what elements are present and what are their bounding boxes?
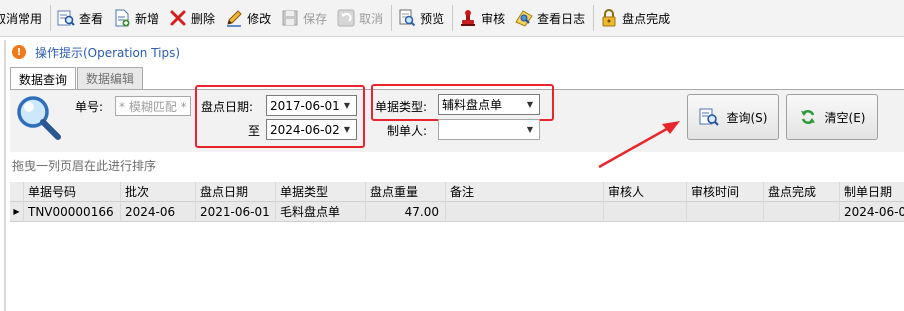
- doc-type-label: 单据类型:: [375, 100, 428, 114]
- refresh-icon: [799, 108, 817, 126]
- doc-no-label: 单号:: [75, 100, 104, 114]
- toolbar-separator: [50, 5, 52, 31]
- delete-button[interactable]: 删除: [165, 3, 221, 33]
- save-icon: [281, 9, 299, 27]
- grid-header: 单据号码 批次 盘点日期 单据类型 盘点重量 备注 审核人 审核时间 盘点完成 …: [10, 181, 904, 202]
- annotation-arrow: [596, 118, 686, 173]
- table-cell[interactable]: [604, 201, 687, 222]
- query-button-label: 查询(S): [726, 110, 768, 125]
- column-header[interactable]: 备注: [446, 181, 604, 202]
- column-header[interactable]: 审核人: [604, 181, 687, 202]
- table-cell[interactable]: 2024-06-01: [840, 202, 904, 222]
- toolbar-label: 取消常用: [0, 11, 43, 26]
- data-grid: 单据号码 批次 盘点日期 单据类型 盘点重量 备注 审核人 审核时间 盘点完成 …: [10, 181, 904, 222]
- date-to-value: 2024-06-02: [270, 122, 340, 137]
- left-border: [4, 40, 6, 311]
- column-header[interactable]: 批次: [121, 181, 196, 202]
- row-indicator-header: [10, 181, 24, 202]
- new-button[interactable]: 新增: [109, 3, 165, 33]
- edit-button[interactable]: 修改: [221, 3, 277, 33]
- table-cell[interactable]: [687, 201, 764, 222]
- cancel-button[interactable]: 取消: [333, 3, 389, 33]
- toolbar-label: 查看日志: [537, 11, 586, 26]
- operation-tips[interactable]: ! 操作提示(Operation Tips): [12, 42, 180, 62]
- doc-type-select[interactable]: 辅料盘点单 ▼: [438, 94, 540, 115]
- toolbar-label: 修改: [247, 11, 272, 26]
- view-log-button[interactable]: 查看日志: [511, 3, 591, 33]
- tab-data-edit[interactable]: 数据编辑: [77, 67, 144, 89]
- table-cell[interactable]: [764, 201, 840, 222]
- date-from-picker[interactable]: 2017-06-01 ▼: [266, 95, 357, 116]
- toolbar: 取消常用 查看 新增 删除 修改 保存 取消 预览 审核 查看日志 盘点完成: [0, 0, 904, 37]
- column-header[interactable]: 单据号码: [24, 181, 121, 202]
- doc-no-input[interactable]: * 模糊匹配 *: [115, 96, 191, 116]
- date-to-picker[interactable]: 2024-06-02 ▼: [266, 119, 357, 140]
- toolbar-separator: [593, 5, 595, 31]
- table-cell[interactable]: 2024-06: [121, 201, 196, 222]
- column-header[interactable]: 盘点重量: [366, 181, 446, 202]
- dropdown-arrow-icon[interactable]: ▼: [523, 122, 537, 137]
- stamp-icon: [459, 9, 477, 27]
- preview-button[interactable]: 预览: [394, 3, 450, 33]
- approve-button[interactable]: 审核: [455, 3, 511, 33]
- pencil-icon: [225, 9, 243, 27]
- table-cell[interactable]: [446, 201, 604, 222]
- tab-label: 数据编辑: [86, 72, 135, 86]
- tips-label: 操作提示(Operation Tips): [35, 45, 181, 60]
- toolbar-separator: [452, 5, 454, 31]
- clear-button[interactable]: 清空(E): [786, 94, 878, 140]
- group-by-hint: 拖曳一列页眉在此进行排序: [12, 159, 157, 173]
- maker-select[interactable]: ▼: [438, 119, 540, 140]
- query-button[interactable]: 查询(S): [687, 94, 779, 140]
- table-row[interactable]: ▶ TNV00000166 2024-06 2021-06-01 毛料盘点单 4…: [10, 201, 904, 222]
- date-to-label: 至: [248, 124, 261, 138]
- date-from-value: 2017-06-01: [270, 98, 340, 113]
- toolbar-label: 保存: [303, 11, 328, 26]
- tab-strip: 数据查询 数据编辑: [10, 67, 144, 90]
- view-button[interactable]: 查看: [53, 3, 109, 33]
- toolbar-label: 查看: [79, 11, 104, 26]
- magnifier-icon: [14, 94, 64, 145]
- toolbar-label: 盘点完成: [622, 11, 671, 26]
- clear-button-label: 清空(E): [824, 110, 866, 125]
- search-doc-icon: [699, 107, 719, 127]
- table-cell[interactable]: 毛料盘点单: [276, 201, 366, 222]
- maker-label: 制单人:: [387, 124, 428, 138]
- dropdown-arrow-icon[interactable]: ▼: [340, 122, 354, 137]
- view-icon: [57, 9, 75, 27]
- stocktake-complete-button[interactable]: 盘点完成: [596, 3, 676, 33]
- view-log-icon: [515, 9, 533, 27]
- lock-icon: [600, 9, 618, 27]
- save-button[interactable]: 保存: [277, 3, 333, 33]
- undo-icon: [337, 9, 355, 27]
- dropdown-arrow-icon[interactable]: ▼: [340, 98, 354, 113]
- table-cell[interactable]: TNV00000166: [24, 201, 121, 222]
- toolbar-label: 新增: [135, 11, 160, 26]
- column-header[interactable]: 盘点完成: [764, 181, 840, 202]
- dropdown-arrow-icon[interactable]: ▼: [523, 97, 537, 112]
- table-cell[interactable]: 2021-06-01: [196, 201, 276, 222]
- doc-type-value: 辅料盘点单: [442, 98, 503, 112]
- column-header[interactable]: 盘点日期: [196, 181, 276, 202]
- toolbar-label: 删除: [191, 11, 216, 26]
- new-doc-icon: [113, 9, 131, 27]
- delete-x-icon: [169, 9, 187, 27]
- warning-icon: !: [12, 45, 26, 59]
- toolbar-label: 预览: [420, 11, 445, 26]
- date-label: 盘点日期:: [201, 100, 254, 114]
- table-cell[interactable]: 47.00: [366, 201, 446, 222]
- cancel-favorite-button[interactable]: 取消常用: [0, 3, 48, 33]
- tab-label: 数据查询: [19, 72, 68, 87]
- column-header[interactable]: 制单日期: [840, 182, 904, 202]
- toolbar-separator: [391, 5, 393, 31]
- toolbar-label: 取消: [359, 11, 384, 26]
- toolbar-label: 审核: [481, 11, 506, 26]
- preview-icon: [398, 9, 416, 27]
- row-pointer-icon: ▶: [10, 201, 24, 222]
- column-header[interactable]: 审核时间: [687, 181, 764, 202]
- tab-data-query[interactable]: 数据查询: [10, 67, 77, 90]
- column-header[interactable]: 单据类型: [276, 181, 366, 202]
